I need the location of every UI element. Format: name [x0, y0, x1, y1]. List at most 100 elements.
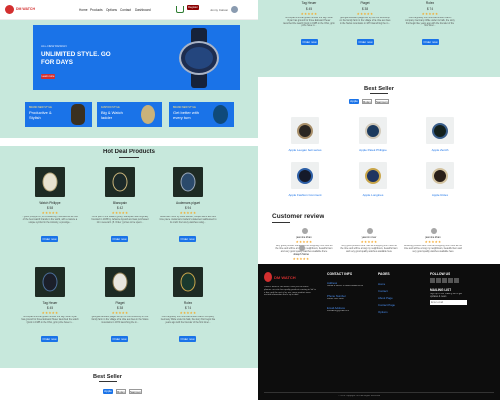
product-card: Rolex $ 74 ★★★★★ rolex arguably the most we…	[159, 267, 217, 362]
footer-mailing-title: MAILING LIST	[430, 288, 452, 292]
rating-stars: ★★★★★	[111, 211, 129, 215]
product-price: $ 94	[184, 206, 192, 210]
social-icons	[430, 278, 470, 284]
best-seller-item[interactable]: Apple Fashion Comment	[288, 162, 322, 202]
product-image	[105, 267, 135, 297]
order-now-button[interactable]: Order now	[422, 39, 439, 45]
hero-learn-more-button[interactable]: Learn more	[41, 74, 55, 79]
footer-page-link[interactable]: About Page	[378, 296, 393, 300]
best-seller-name[interactable]: Apple Patek Philippe	[349, 148, 397, 152]
promo-label: BRAND NEW STYLE	[173, 106, 196, 109]
tab-apple[interactable]: Apple	[103, 389, 113, 394]
promo-card[interactable]: FASHION STYLE Big & Watch ladder	[97, 102, 162, 127]
best-seller-underline	[99, 381, 117, 382]
nav-contact[interactable]: Contact	[120, 8, 131, 12]
nav-options[interactable]: Options	[106, 8, 117, 12]
best-seller-name[interactable]: Apple Zenith	[416, 148, 464, 152]
footer-contact-value: dmwatch@gmail.com	[327, 310, 349, 312]
product-card: Piaget $ 38 ★★★★★ georgas edouard piaget se…	[339, 0, 391, 72]
watch-face-icon	[112, 172, 128, 192]
product-card: Piaget $ 38 ★★★★★ georgas edouard piaget se…	[91, 267, 149, 362]
order-now-button[interactable]: Order now	[41, 236, 58, 242]
youtube-icon[interactable]	[454, 278, 459, 283]
best-seller-image	[291, 162, 319, 189]
footer-contact-value: +8801 000 1000	[327, 298, 344, 300]
cart-icon[interactable]	[176, 5, 184, 13]
tab-rolex[interactable]: Rolex	[116, 389, 126, 394]
promo-card[interactable]: BRAND NEW STYLE Get better with every tu…	[169, 102, 234, 127]
rating-stars: ★★★★★	[360, 240, 378, 244]
reviewer-avatar	[299, 245, 305, 251]
tab-samsung[interactable]: Samsung	[129, 389, 142, 394]
product-image	[173, 167, 203, 197]
promo-card[interactable]: BRAND NEW STYLE Productive & Stylish	[25, 102, 92, 127]
product-price: $ 74	[184, 306, 192, 310]
promo-watch-image	[213, 105, 228, 124]
user-name: Jonny Calson	[210, 7, 229, 12]
tab-rolex[interactable]: Rolex	[362, 99, 372, 104]
product-price: $ 74	[426, 7, 434, 11]
review-title: Customer review	[272, 213, 325, 220]
best-seller-item[interactable]: Apple Patek Philippe	[357, 117, 389, 157]
best-seller-name[interactable]: Apple Longines	[349, 193, 397, 197]
reviewer-avatar	[302, 228, 308, 234]
best-seller-item[interactable]: Apple Leogan beti series	[288, 117, 322, 157]
watch-face-icon	[432, 167, 448, 184]
footer-page-link[interactable]: Contact Page	[378, 303, 395, 307]
rating-stars: ★★★★★	[421, 12, 439, 16]
rating-stars: ★★★★★	[111, 311, 129, 315]
footer: DM WATCH There's more to 'dm watch' than…	[258, 264, 500, 400]
best-seller-name[interactable]: Apple Leogan beti series	[281, 148, 329, 152]
order-now-button[interactable]: Order now	[301, 39, 318, 45]
order-now-button[interactable]: Order now	[111, 336, 128, 342]
product-description: rolex arguably the most well-known watch…	[405, 17, 455, 28]
mailing-email-input[interactable]	[430, 300, 467, 305]
register-button[interactable]: Register	[187, 5, 199, 10]
tab-apple[interactable]: Apple	[349, 99, 359, 104]
footer-logo-icon	[264, 272, 272, 282]
hero-banner: ALL-NEW DESIGN UNLIMITED STYLE. GO FOR D…	[33, 25, 240, 90]
product-card: Audemars piguet $ 94 ★★★★★ Audemars 5066 by…	[159, 167, 217, 262]
reviewer-name: jasmine khan	[296, 236, 312, 239]
nav-products[interactable]: Products	[90, 8, 103, 12]
best-seller-item[interactable]: Apple Zenith	[424, 117, 456, 157]
product-name: Rolex	[425, 1, 435, 5]
promo-title: Big & Watch ladder	[101, 110, 123, 120]
hero-watch-image	[169, 28, 231, 88]
product-image	[173, 267, 203, 297]
nav-dashboard[interactable]: Dashboard	[135, 8, 151, 12]
reviewer-avatar	[431, 228, 437, 234]
order-now-button[interactable]: Order now	[179, 236, 196, 242]
brand-name[interactable]: DM WATCH	[16, 7, 35, 11]
avatar[interactable]	[231, 5, 238, 13]
footer-page-link[interactable]: Home	[378, 282, 385, 286]
product-price: $ 45	[305, 7, 313, 11]
best-seller-name[interactable]: Apple Fashion Comment	[281, 193, 329, 197]
order-now-button[interactable]: Order now	[111, 236, 128, 242]
twitter-icon[interactable]	[436, 278, 441, 283]
review-underline	[272, 222, 290, 223]
review-text: amazing product here I will be shopping …	[404, 245, 462, 253]
best-seller-underline-right	[370, 93, 388, 94]
best-seller-image	[359, 162, 387, 189]
best-seller-item[interactable]: Apple Longines	[357, 162, 389, 202]
footer-page-link[interactable]: Contact	[378, 289, 388, 293]
instagram-icon[interactable]	[448, 278, 453, 283]
order-now-button[interactable]: Order now	[179, 336, 196, 342]
best-seller-item[interactable]: Apple Rolex	[424, 162, 456, 202]
footer-page-link[interactable]: Options	[378, 310, 388, 314]
product-price: $ 45	[46, 306, 54, 310]
rating-stars: ★★★★★	[41, 311, 59, 315]
product-name: Tag Heuer	[301, 1, 317, 5]
order-now-button[interactable]: Order now	[357, 39, 374, 45]
facebook-icon[interactable]	[430, 278, 435, 283]
best-seller-name[interactable]: Apple Rolex	[416, 193, 464, 197]
footer-brand: DM WATCH	[274, 275, 296, 280]
brand-logo-icon[interactable]	[5, 5, 14, 14]
order-now-button[interactable]: Order now	[41, 336, 58, 342]
linkedin-icon[interactable]	[442, 278, 447, 283]
nav-home[interactable]: Home	[79, 8, 88, 12]
tab-samsung[interactable]: Samsung	[375, 99, 389, 104]
reviewer-name: jasmine khan	[425, 236, 441, 239]
hot-deal-title: Hot Deal Products	[102, 149, 155, 155]
